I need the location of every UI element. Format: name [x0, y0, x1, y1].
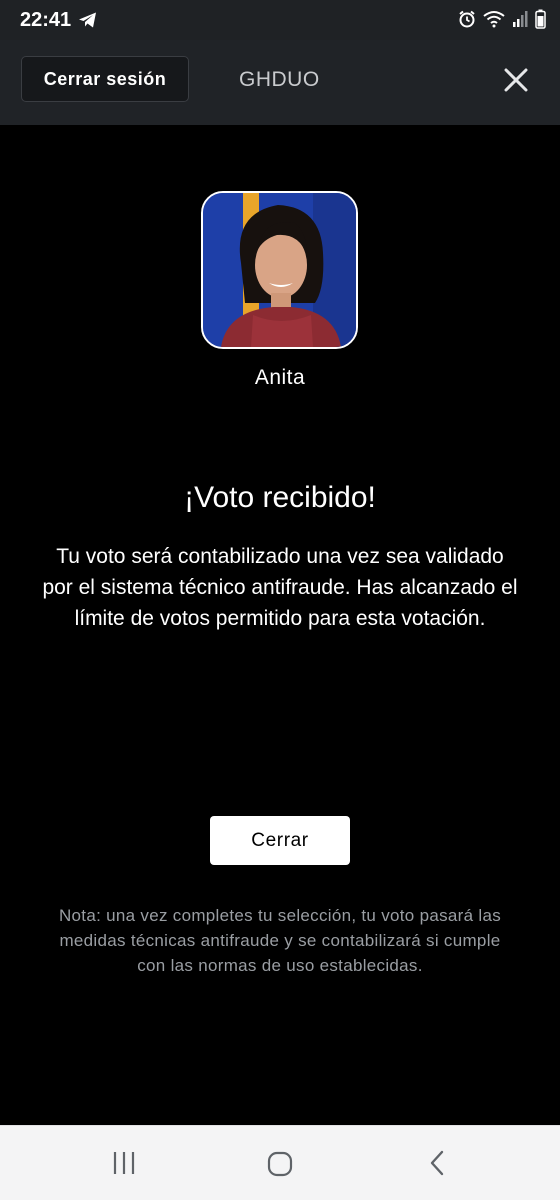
- antifraud-note: Nota: una vez completes tu selección, tu…: [58, 906, 502, 975]
- status-bar: 22:41: [0, 0, 560, 40]
- telegram-icon: [79, 12, 96, 28]
- signal-icon: [512, 10, 528, 33]
- back-icon[interactable]: [427, 1149, 447, 1177]
- vote-received-message: Tu voto será contabilizado una vez sea v…: [42, 545, 518, 630]
- close-button[interactable]: Cerrar: [210, 816, 350, 865]
- close-icon[interactable]: [503, 67, 529, 93]
- app-title: GHDUO: [239, 68, 320, 91]
- candidate-avatar: [201, 191, 358, 349]
- alarm-icon: [458, 10, 476, 33]
- logout-button[interactable]: Cerrar sesión: [21, 56, 189, 102]
- recent-apps-icon[interactable]: [111, 1150, 137, 1176]
- app-header: Cerrar sesión GHDUO: [0, 40, 560, 125]
- status-time: 22:41: [20, 9, 72, 31]
- candidate-portrait: [203, 193, 356, 347]
- status-icons: [458, 9, 546, 34]
- battery-icon: [535, 9, 546, 34]
- system-nav-bar: [0, 1125, 560, 1200]
- candidate-name: Anita: [254, 366, 306, 389]
- wifi-icon: [483, 10, 505, 33]
- vote-received-title: ¡Voto recibido!: [184, 481, 376, 514]
- home-icon[interactable]: [266, 1150, 294, 1178]
